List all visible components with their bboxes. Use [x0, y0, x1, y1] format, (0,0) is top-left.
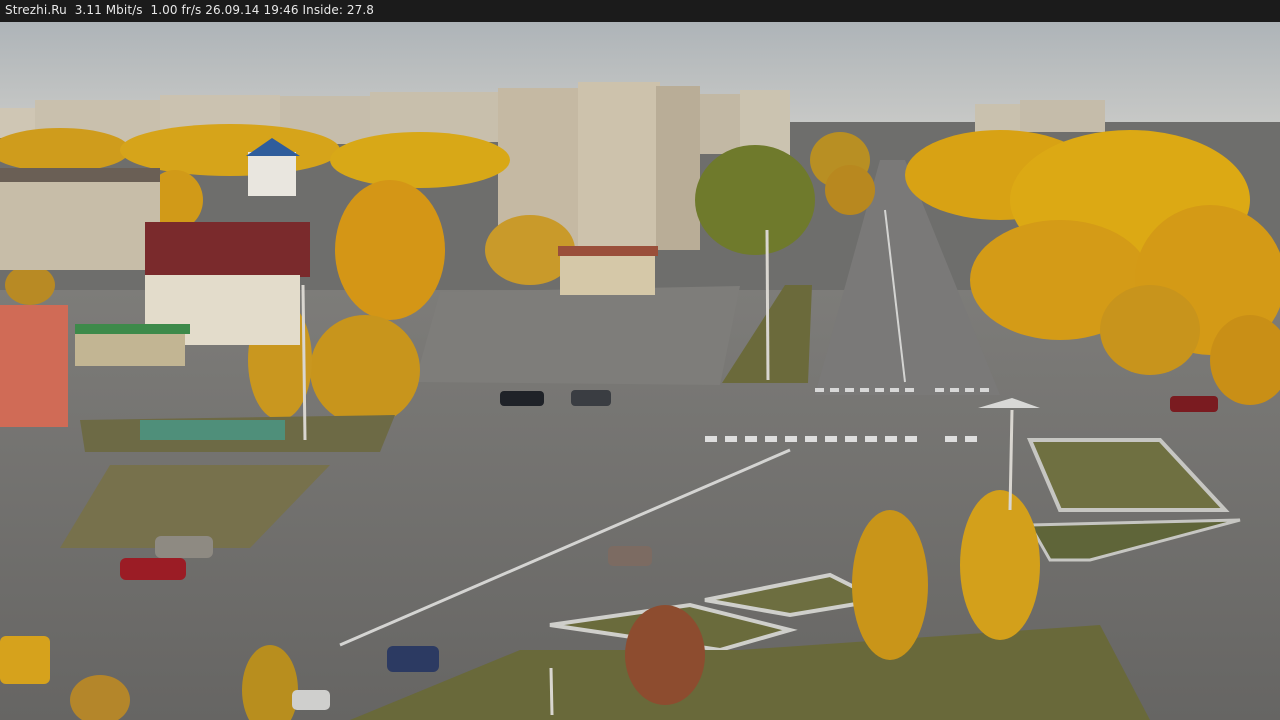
webcam-overlay-bar: Strezhi.Ru 3.11 Mbit/s 1.00 fr/s 26.09.1…: [0, 0, 1280, 22]
webcam-frame: Strezhi.Ru 3.11 Mbit/s 1.00 fr/s 26.09.1…: [0, 0, 1280, 720]
parking-plaza: [415, 286, 740, 385]
car-red: [120, 558, 186, 580]
city-scene: [0, 22, 1280, 720]
car-white: [292, 690, 330, 710]
lawn-emblem: [140, 420, 285, 440]
overlay-time: 19:46: [263, 3, 299, 17]
car-dark-2: [571, 390, 611, 406]
car-red-right: [1170, 396, 1218, 412]
overlay-bitrate: 3.11 Mbit/s: [74, 3, 143, 17]
overlay-date: 26.09.14: [205, 3, 260, 17]
overlay-status-text: Strezhi.Ru 3.11 Mbit/s 1.00 fr/s 26.09.1…: [5, 3, 374, 17]
car-near: [608, 546, 652, 566]
car-blue: [387, 646, 439, 672]
car-grey: [155, 536, 213, 558]
overlay-inside-value: 27.8: [346, 3, 375, 17]
overlay-site: Strezhi.Ru: [5, 3, 67, 17]
car-dark-1: [500, 391, 544, 406]
overlay-inside-label: Inside:: [302, 3, 343, 17]
van-yellow: [0, 636, 50, 684]
overlay-framerate: 1.00 fr/s: [150, 3, 202, 17]
